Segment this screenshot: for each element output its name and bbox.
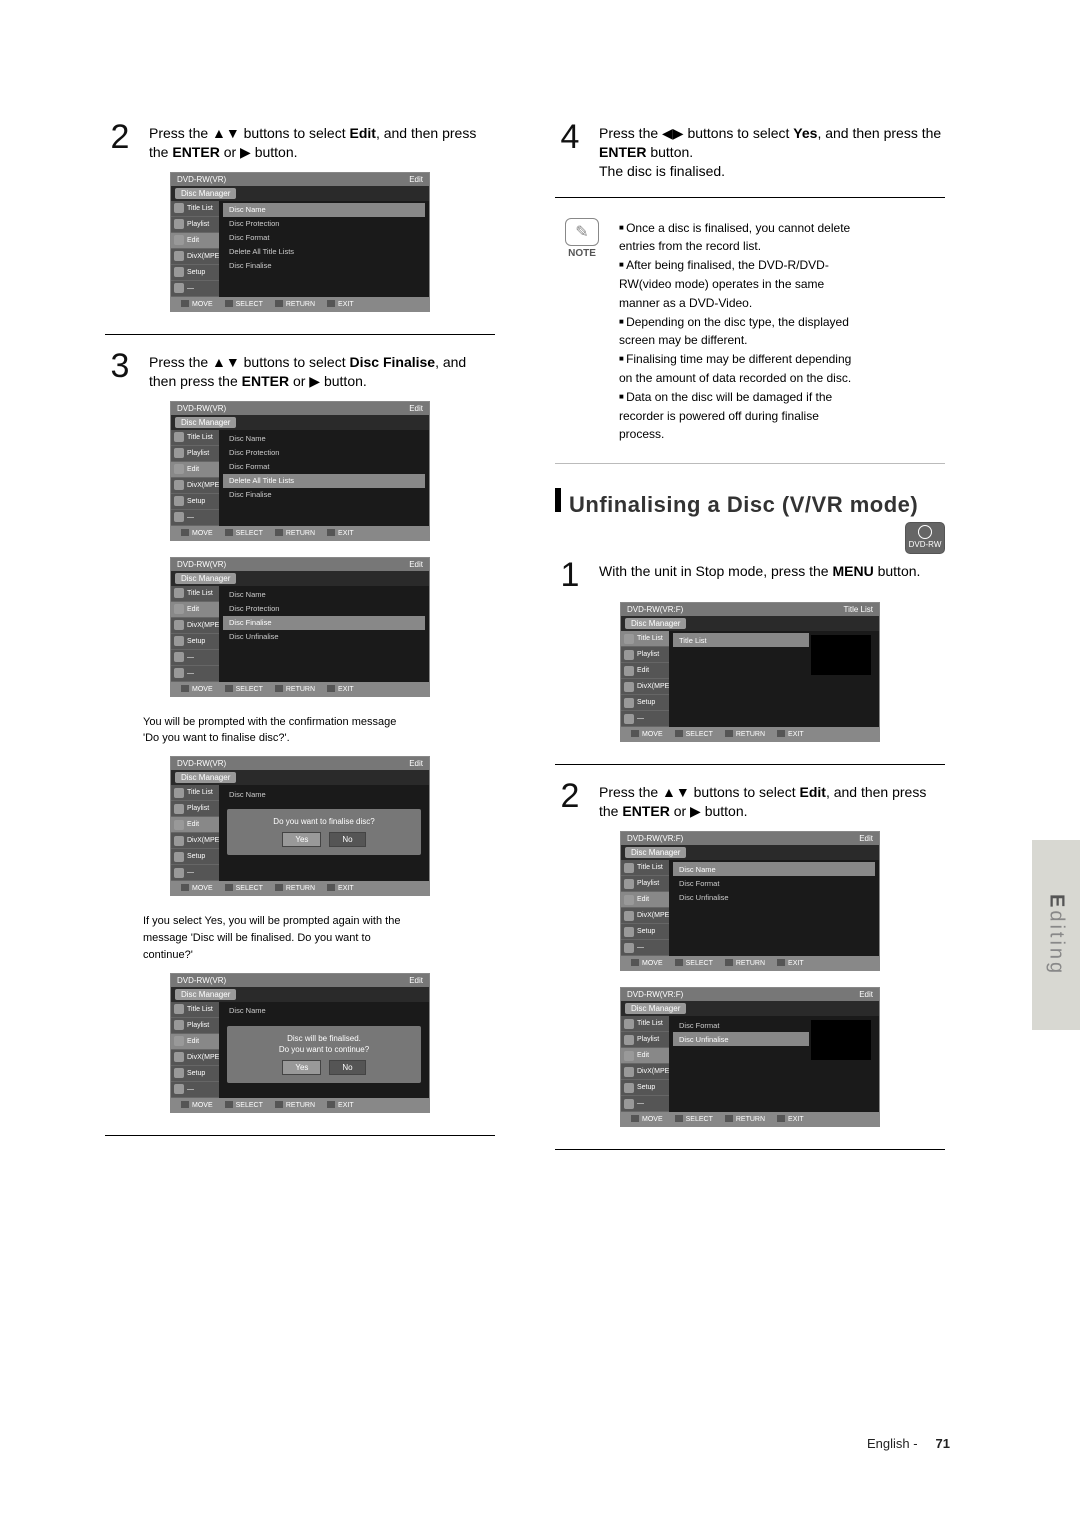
thumbnail [811, 635, 871, 675]
step-1b: 1 With the unit in Stop mode, press the … [555, 558, 945, 592]
page-number: 71 [936, 1436, 950, 1451]
osd-edit-unfinalise-1: DVD-RW(VR:F)Edit Disc Manager Title List… [620, 831, 880, 971]
step-4: 4 Press the ◀▶ buttons to select Yes, an… [555, 120, 945, 181]
step-2b: 2 Press the ▲▼ buttons to select Edit, a… [555, 779, 945, 821]
heading-bar-icon [555, 488, 561, 512]
divider [555, 1149, 945, 1150]
divider [555, 764, 945, 765]
step-number: 3 [105, 349, 135, 391]
osd-finalise-dialog-2: DVD-RW(VR)Edit Disc Manager Title List P… [170, 973, 430, 1113]
osd-title-list: DVD-RW(VR:F)Title List Disc Manager Titl… [620, 602, 880, 742]
step-text: Press the ◀▶ buttons to select Yes, and … [599, 120, 945, 181]
section-heading: Unfinalising a Disc (V/VR mode) [555, 488, 945, 518]
dvd-rw-badge: DVD-RW [905, 522, 945, 554]
section-title: Unfinalising a Disc (V/VR mode) [569, 492, 918, 518]
yes-button[interactable]: Yes [282, 832, 321, 847]
step-2: 2 Press the ▲▼ buttons to select Edit, a… [105, 120, 495, 162]
side-tab-head: E [1046, 894, 1068, 910]
yes-button[interactable]: Yes [282, 1060, 321, 1075]
disc-badges: DVD-RW [555, 522, 945, 554]
caption-confirm-2: If you select Yes, you will be prompted … [143, 912, 487, 965]
step-text: Press the ▲▼ buttons to select Edit, and… [149, 120, 495, 162]
divider [555, 197, 945, 198]
confirm-dialog-2: Disc will be finalised. Do you want to c… [227, 1026, 421, 1083]
osd-edit-unfinalise-2: DVD-RW(VR:F)Edit Disc Manager Title List… [620, 987, 880, 1127]
divider [555, 463, 945, 464]
right-column: 4 Press the ◀▶ buttons to select Yes, an… [555, 120, 945, 1164]
step-number: 2 [555, 779, 585, 821]
step-3: 3 Press the ▲▼ buttons to select Disc Fi… [105, 349, 495, 391]
caption-confirm: You will be prompted with the confirmati… [143, 713, 487, 749]
step-number: 4 [555, 120, 585, 181]
note-body: Once a disc is finalised, you cannot del… [619, 218, 945, 446]
step-text: Press the ▲▼ buttons to select Edit, and… [599, 779, 945, 821]
side-tab: Editing [1032, 840, 1080, 1030]
note-block: ✎ NOTE Once a disc is finalised, you can… [555, 218, 945, 446]
no-button[interactable]: No [329, 1060, 365, 1075]
step-text: With the unit in Stop mode, press the ME… [599, 558, 945, 592]
pencil-icon: ✎ [565, 218, 599, 246]
confirm-dialog: Do you want to finalise disc? Yes No [227, 809, 421, 855]
divider [105, 1135, 495, 1136]
note-label: NOTE [555, 248, 609, 259]
step-number: 1 [555, 558, 585, 592]
osd-edit-menu-1: DVD-RW(VR)Edit Disc Manager Title List P… [170, 172, 430, 312]
osd-finalise-dialog-1: DVD-RW(VR)Edit Disc Manager Title List P… [170, 756, 430, 896]
osd-edit-menu-3: DVD-RW(VR)Edit Disc Manager Title List E… [170, 557, 430, 697]
thumbnail [811, 1020, 871, 1060]
left-column: 2 Press the ▲▼ buttons to select Edit, a… [105, 120, 495, 1164]
step-text: Press the ▲▼ buttons to select Disc Fina… [149, 349, 495, 391]
side-tab-rest: diting [1046, 910, 1068, 976]
page-footer: English -71 [867, 1436, 950, 1451]
osd-edit-menu-2: DVD-RW(VR)Edit Disc Manager Title List P… [170, 401, 430, 541]
step-number: 2 [105, 120, 135, 162]
divider [105, 334, 495, 335]
no-button[interactable]: No [329, 832, 365, 847]
